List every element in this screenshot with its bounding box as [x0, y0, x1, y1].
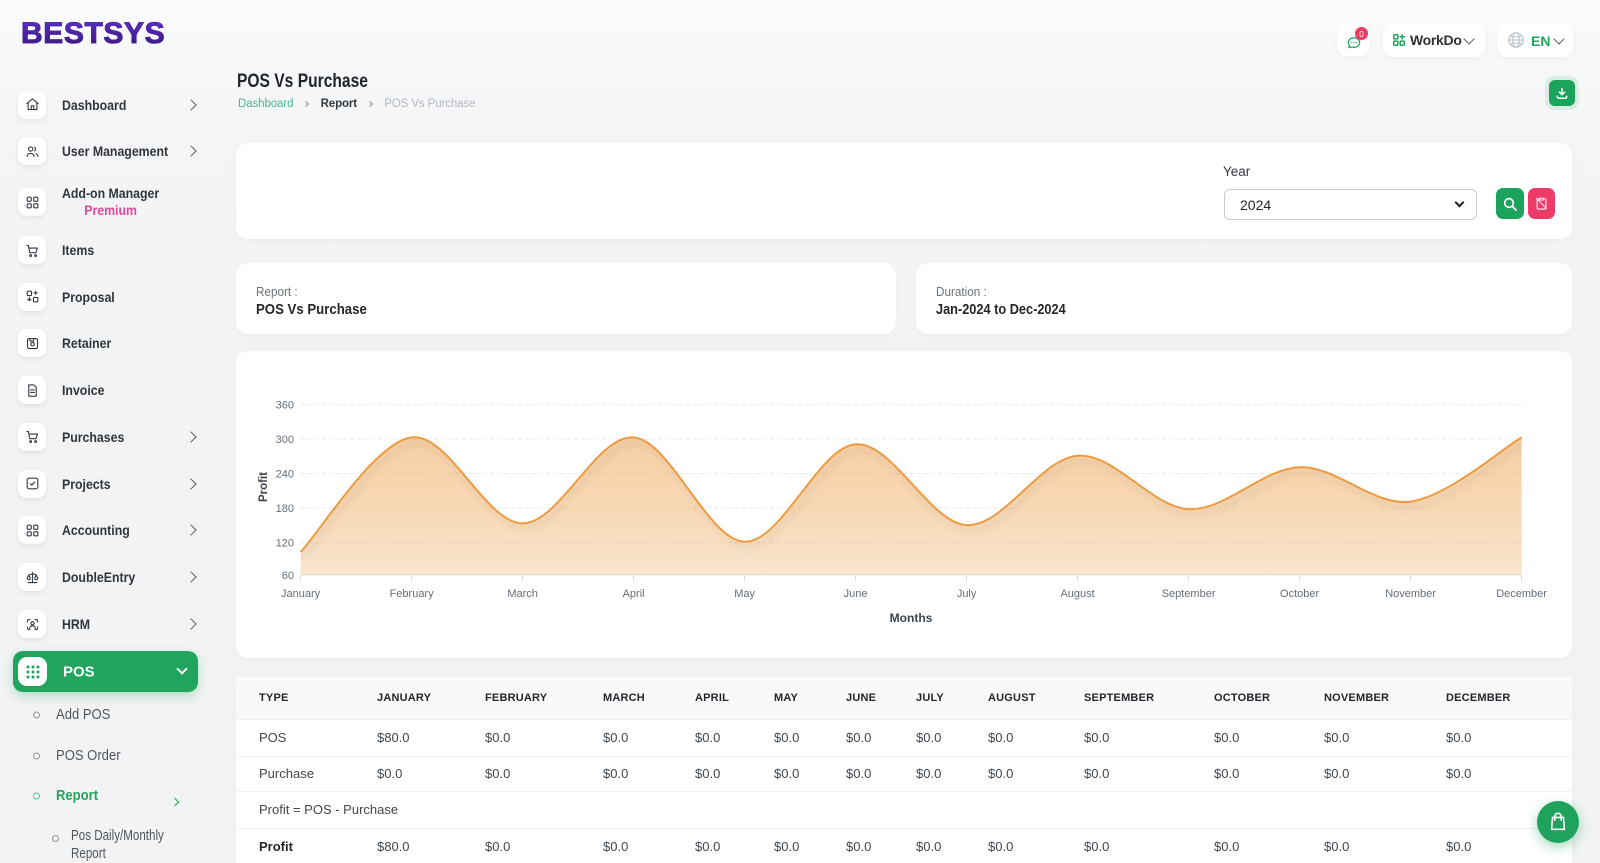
svg-text:180: 180 [276, 503, 294, 515]
svg-text:60: 60 [282, 570, 294, 582]
svg-text:Months: Months [890, 611, 933, 625]
svg-text:December: December [1496, 588, 1547, 600]
svg-text:240: 240 [276, 469, 294, 481]
svg-text:120: 120 [276, 538, 294, 550]
svg-text:April: April [623, 588, 645, 600]
svg-text:May: May [734, 588, 755, 600]
svg-text:September: September [1162, 588, 1216, 600]
svg-text:November: November [1385, 588, 1436, 600]
svg-text:Profit: Profit [258, 472, 270, 502]
svg-text:300: 300 [276, 434, 294, 446]
svg-text:March: March [507, 588, 538, 600]
svg-text:January: January [281, 588, 321, 600]
svg-text:July: July [957, 588, 977, 600]
svg-text:August: August [1060, 588, 1094, 600]
svg-text:February: February [390, 588, 435, 600]
svg-text:October: October [1280, 588, 1319, 600]
svg-text:June: June [844, 588, 868, 600]
svg-text:360: 360 [276, 400, 294, 412]
